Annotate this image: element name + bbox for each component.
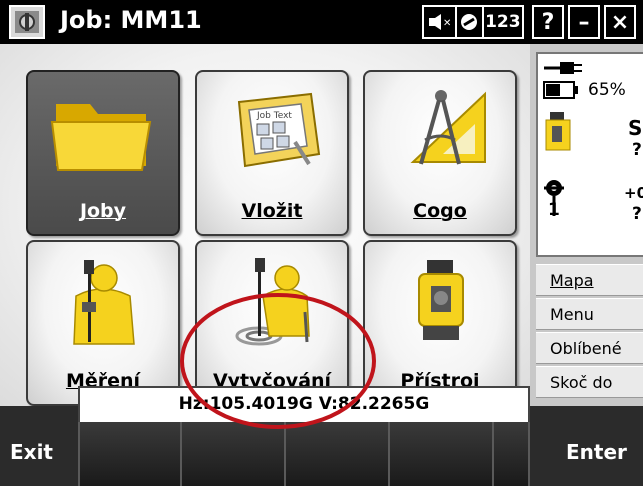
jump-to-button[interactable]: Skoč do [536, 366, 643, 398]
status-panel[interactable]: 65% S ? 1 +0 ? [536, 52, 643, 257]
highlight-ellipse [180, 293, 376, 429]
target-number: 1 [548, 200, 560, 220]
status-icons[interactable]: ✕ 123 [422, 5, 524, 39]
power-battery-icon [543, 62, 582, 99]
map-button[interactable]: Mapa [536, 264, 643, 296]
softkey-3[interactable] [286, 422, 390, 486]
close-button[interactable]: × [604, 5, 636, 39]
minimize-button[interactable]: – [568, 5, 600, 39]
status-unknown-2: ? [632, 204, 642, 224]
app-menu-icon[interactable] [9, 5, 45, 39]
tile-label: Vložit [241, 200, 303, 222]
tile-key-in[interactable]: Job Text Vložit [195, 70, 349, 236]
tile-cogo[interactable]: Cogo [363, 70, 517, 236]
softkey-2[interactable] [182, 422, 286, 486]
softkey-4[interactable] [390, 422, 494, 486]
compass-icon [410, 90, 486, 165]
input-mode-indicator[interactable]: 123 [484, 7, 522, 37]
tile-measure[interactable]: Měření [26, 240, 180, 406]
softkey-5[interactable] [494, 422, 530, 486]
offset-value: +0 [624, 184, 643, 202]
svg-text:Job Text: Job Text [256, 111, 292, 121]
battery-percent: 65% [588, 80, 626, 100]
tracking-icon[interactable] [457, 7, 484, 37]
surveyor-icon [73, 260, 135, 345]
station-letter: S [628, 116, 643, 140]
favorites-button[interactable]: Oblíbené [536, 332, 643, 364]
menu-button[interactable]: Menu [536, 298, 643, 330]
title-bar: Job: MM11 ✕ 123 ? – × [0, 0, 643, 44]
instrument-icon [418, 260, 464, 340]
folder-icon [50, 104, 152, 171]
softkey-1[interactable] [78, 422, 182, 486]
tile-label: Cogo [413, 200, 467, 222]
keypad-icon: Job Text [237, 92, 321, 168]
job-title: Job: MM11 [60, 6, 202, 34]
enter-softkey[interactable]: Enter [566, 440, 627, 464]
instrument-status-icon [545, 112, 571, 151]
tile-instrument[interactable]: Přístroj [363, 240, 517, 406]
radio-icon[interactable]: ✕ [424, 7, 457, 37]
exit-softkey[interactable]: Exit [10, 440, 53, 464]
svg-text:✕: ✕ [443, 18, 451, 29]
tile-label: Joby [79, 200, 127, 222]
tile-jobs[interactable]: Joby [26, 70, 180, 236]
help-button[interactable]: ? [532, 5, 564, 39]
status-unknown-1: ? [632, 140, 642, 160]
